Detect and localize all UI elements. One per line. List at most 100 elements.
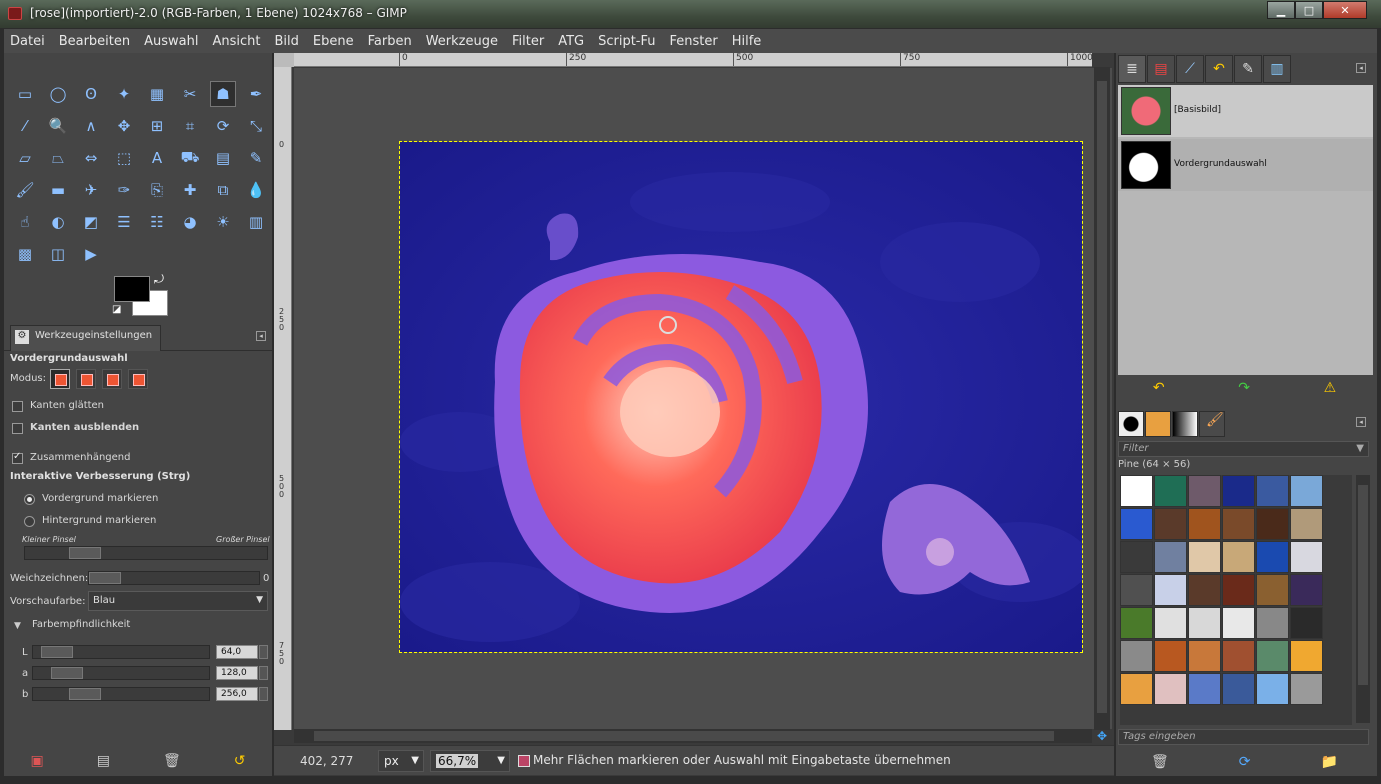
histogram-icon[interactable]: ▥: [243, 209, 269, 235]
menu-bearbeiten[interactable]: Bearbeiten: [59, 34, 130, 49]
pattern-swatch[interactable]: [1256, 475, 1289, 507]
align-icon[interactable]: ⊞: [144, 113, 170, 139]
pattern-swatch[interactable]: [1154, 508, 1187, 540]
menu-werkzeuge[interactable]: Werkzeuge: [426, 34, 498, 49]
tab-layers[interactable]: ≣: [1118, 55, 1146, 83]
b-spin-arrows[interactable]: [259, 687, 268, 701]
menu-datei[interactable]: Datei: [10, 34, 45, 49]
flip-icon[interactable]: ⇔: [78, 145, 104, 171]
tab-brushes[interactable]: ✎: [1234, 55, 1262, 83]
scale-icon[interactable]: ⤡: [243, 113, 269, 139]
zoom-combo[interactable]: 66,7% ▼: [430, 750, 510, 772]
mark-foreground-radio[interactable]: [24, 494, 35, 505]
pattern-scroll-thumb[interactable]: [1358, 485, 1368, 685]
measure-icon[interactable]: ∧: [78, 113, 104, 139]
save-preset-icon[interactable]: ▣: [31, 753, 44, 769]
pattern-swatch[interactable]: [1188, 508, 1221, 540]
pattern-swatch[interactable]: [1188, 673, 1221, 705]
unit-combo[interactable]: px ▼: [378, 750, 424, 772]
brightness-contrast-icon[interactable]: ☀: [210, 209, 236, 235]
mode-replace-button[interactable]: [50, 369, 70, 389]
vertical-scroll-thumb[interactable]: [1097, 81, 1107, 713]
zoom-value[interactable]: 66,7%: [436, 754, 479, 768]
pattern-swatch[interactable]: [1256, 574, 1289, 606]
tab-channels[interactable]: ▤: [1147, 55, 1175, 83]
pattern-swatch[interactable]: [1154, 673, 1187, 705]
pattern-swatch[interactable]: [1290, 607, 1323, 639]
pencil-icon[interactable]: ✎: [243, 145, 269, 171]
pattern-swatch[interactable]: [1222, 574, 1255, 606]
pattern-swatch[interactable]: [1290, 673, 1323, 705]
refresh-patterns-icon[interactable]: ⟳: [1239, 754, 1251, 770]
delete-pattern-icon[interactable]: 🗑: [1151, 754, 1169, 770]
tab-patterns[interactable]: [1145, 411, 1171, 437]
reset-preset-icon[interactable]: ↺: [234, 753, 246, 769]
desaturate-icon[interactable]: ◩: [78, 209, 104, 235]
reset-colors-icon[interactable]: ◪: [112, 304, 121, 315]
paintbrush-icon[interactable]: 🖌: [12, 177, 38, 203]
pattern-swatch[interactable]: [1188, 574, 1221, 606]
cage-icon[interactable]: ⬚: [111, 145, 137, 171]
color-balance-icon[interactable]: ◫: [45, 241, 71, 267]
menu-ebene[interactable]: Ebene: [313, 34, 354, 49]
quickmask-corner-button[interactable]: [274, 53, 294, 67]
brush-size-slider[interactable]: [24, 546, 268, 560]
navigate-icon[interactable]: ✥: [1094, 729, 1110, 743]
tab-tool-presets[interactable]: 🖌: [1199, 411, 1225, 437]
pattern-swatch[interactable]: [1120, 475, 1153, 507]
b-knob[interactable]: [69, 688, 101, 700]
shear-icon[interactable]: ▱: [12, 145, 38, 171]
pattern-swatch[interactable]: [1120, 508, 1153, 540]
scissors-icon[interactable]: ✂: [177, 81, 203, 107]
crop-icon[interactable]: ⌗: [177, 113, 203, 139]
pattern-swatch[interactable]: [1154, 574, 1187, 606]
menu-script-fu[interactable]: Script-Fu: [598, 34, 655, 49]
rect-select-icon[interactable]: ▭: [12, 81, 38, 107]
pattern-swatch[interactable]: [1222, 607, 1255, 639]
text-icon[interactable]: A: [144, 145, 170, 171]
smoothing-knob[interactable]: [89, 572, 121, 584]
clone-icon[interactable]: ⎘: [144, 177, 170, 203]
smudge-icon[interactable]: ☝: [12, 209, 38, 235]
pattern-swatch[interactable]: [1256, 541, 1289, 573]
a-knob[interactable]: [51, 667, 83, 679]
panel-menu-icon[interactable]: ◂: [256, 331, 266, 341]
preview-color-combo[interactable]: Blau ▼: [88, 591, 268, 611]
curves-icon[interactable]: ☷: [144, 209, 170, 235]
panel-menu-icon[interactable]: ◂: [1356, 63, 1366, 73]
contiguous-checkbox[interactable]: [12, 451, 23, 464]
pattern-swatch[interactable]: [1222, 640, 1255, 672]
maximize-button[interactable]: □: [1295, 1, 1323, 19]
a-input[interactable]: 128,0: [216, 666, 258, 680]
pattern-swatch[interactable]: [1120, 607, 1153, 639]
pattern-scrollbar[interactable]: [1356, 475, 1370, 723]
pattern-swatch[interactable]: [1256, 607, 1289, 639]
pattern-swatch[interactable]: [1222, 673, 1255, 705]
levels-icon[interactable]: ☰: [111, 209, 137, 235]
menu-hilfe[interactable]: Hilfe: [732, 34, 762, 49]
mode-subtract-button[interactable]: [102, 369, 122, 389]
clear-history-icon[interactable]: ⚠: [1324, 380, 1337, 396]
l-spin-arrows[interactable]: [259, 645, 268, 659]
color-picker-icon[interactable]: ⁄: [12, 113, 38, 139]
heal-icon[interactable]: ✚: [177, 177, 203, 203]
close-button[interactable]: ✕: [1323, 1, 1367, 19]
hue-saturation-icon[interactable]: ◕: [177, 209, 203, 235]
image-canvas[interactable]: [399, 141, 1083, 653]
pattern-swatch[interactable]: [1154, 541, 1187, 573]
feather-checkbox[interactable]: [12, 423, 23, 434]
tags-input[interactable]: Tags eingeben: [1118, 729, 1369, 745]
foreground-color-swatch[interactable]: [114, 276, 150, 302]
ellipse-select-icon[interactable]: ◯: [45, 81, 71, 107]
pattern-swatch[interactable]: [1256, 508, 1289, 540]
move-icon[interactable]: ✥: [111, 113, 137, 139]
pattern-swatch[interactable]: [1222, 508, 1255, 540]
free-select-icon[interactable]: ʘ: [78, 81, 104, 107]
undo-icon[interactable]: ↶: [1153, 380, 1165, 396]
vertical-scrollbar[interactable]: [1094, 67, 1110, 730]
dodge-burn-icon[interactable]: ◐: [45, 209, 71, 235]
minimize-button[interactable]: ▁: [1267, 1, 1295, 19]
list-item[interactable]: [Basisbild]: [1118, 85, 1373, 137]
horizontal-scrollbar[interactable]: [294, 729, 1092, 743]
ink-icon[interactable]: ✑: [111, 177, 137, 203]
